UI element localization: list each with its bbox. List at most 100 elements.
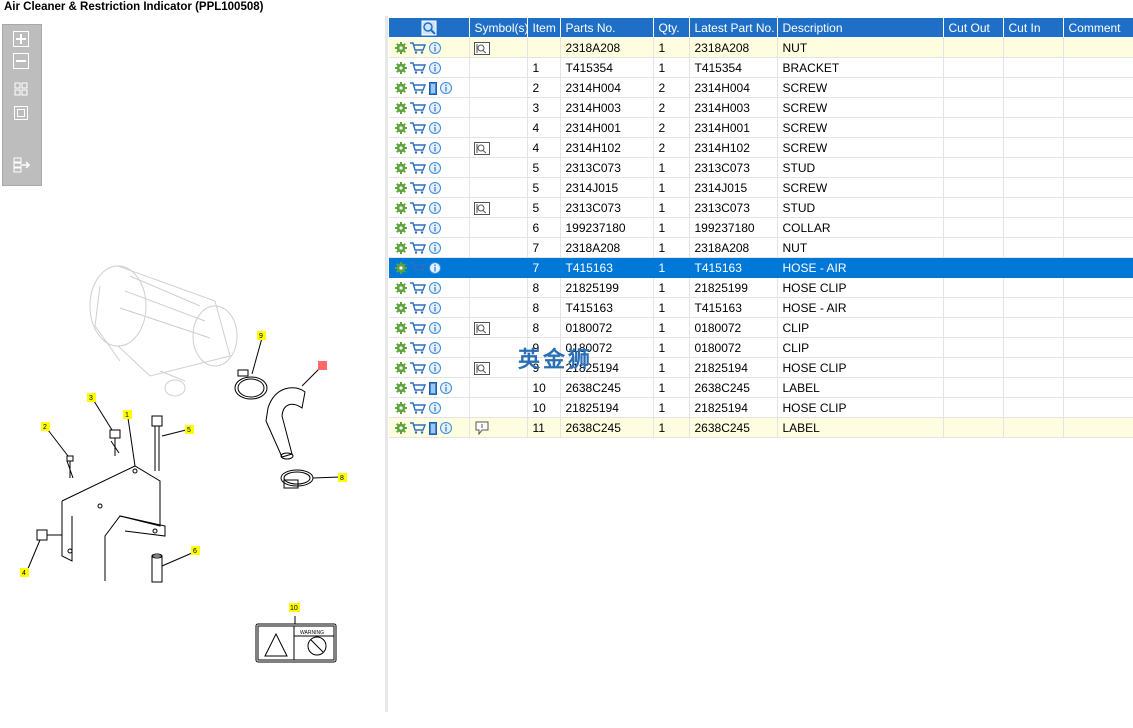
row-actions[interactable] [395, 201, 444, 215]
latest-part-no-cell[interactable]: 0180072 [689, 317, 778, 338]
actions-cell[interactable] [389, 277, 470, 298]
table-row[interactable]: 9 0180072 1 0180072 CLIP [389, 337, 1133, 358]
row-actions[interactable] [395, 80, 455, 95]
parts-no-cell[interactable]: 199237180 [560, 217, 654, 238]
callout-6[interactable]: 6 [191, 546, 200, 555]
latest-part-no-cell[interactable]: 2314J015 [689, 177, 778, 198]
actions-cell[interactable] [389, 157, 470, 178]
symbols-cell[interactable] [469, 297, 528, 318]
symbols-cell[interactable] [469, 417, 528, 438]
symbols-cell[interactable] [469, 77, 528, 98]
row-actions[interactable] [395, 341, 444, 355]
table-row[interactable]: 6 199237180 1 199237180 COLLAR [389, 217, 1133, 238]
latest-part-no-cell[interactable]: 21825194 [689, 397, 778, 418]
callout-8[interactable]: 8 [338, 473, 347, 482]
actual-size-button[interactable] [13, 105, 29, 121]
table-row[interactable]: 5 2314J015 1 2314J015 SCREW [389, 177, 1133, 198]
symbols-cell[interactable] [469, 217, 528, 238]
symbols-cell[interactable] [469, 237, 528, 258]
actions-cell[interactable] [389, 197, 470, 218]
callout-3[interactable]: 3 [87, 393, 96, 402]
latest-part-no-cell[interactable]: 21825199 [689, 277, 778, 298]
parts-no-cell[interactable]: 2314J015 [560, 177, 654, 198]
latest-part-no-cell[interactable]: 0180072 [689, 337, 778, 358]
table-row[interactable]: 5 2313C073 1 2313C073 STUD [389, 197, 1133, 218]
latest-part-no-cell[interactable]: T415163 [689, 297, 778, 318]
row-actions[interactable] [395, 221, 444, 235]
symbols-cell[interactable] [469, 97, 528, 118]
symbols-cell[interactable] [469, 157, 528, 178]
symbols-cell[interactable] [469, 277, 528, 298]
column-header-description[interactable]: Description [777, 18, 944, 38]
actions-cell[interactable] [389, 117, 470, 138]
column-header-latest-part-no[interactable]: Latest Part No. [689, 18, 778, 38]
actions-cell[interactable] [389, 237, 470, 258]
table-row[interactable]: 4 2314H001 2 2314H001 SCREW [389, 117, 1133, 138]
latest-part-no-cell[interactable]: 2314H001 [689, 117, 778, 138]
actions-cell[interactable] [389, 57, 470, 78]
column-header-comment[interactable]: Comment [1063, 18, 1133, 38]
row-actions[interactable] [395, 261, 444, 275]
parts-no-cell[interactable]: 21825199 [560, 277, 654, 298]
zoom-in-button[interactable] [13, 31, 29, 47]
symbols-cell[interactable] [469, 317, 528, 338]
latest-part-no-cell[interactable]: T415163 [689, 257, 778, 278]
table-row[interactable]: 11 2638C245 1 2638C245 LABEL [389, 417, 1133, 438]
actions-cell[interactable] [389, 397, 470, 418]
actions-cell[interactable] [389, 177, 470, 198]
callout-10[interactable]: 10 [289, 603, 300, 612]
table-row[interactable]: 10 21825194 1 21825194 HOSE CLIP [389, 397, 1133, 418]
actions-cell[interactable] [389, 77, 470, 98]
parts-no-cell[interactable]: 2314H001 [560, 117, 654, 138]
symbols-cell[interactable] [469, 257, 528, 278]
row-actions[interactable] [395, 141, 444, 155]
row-actions[interactable] [395, 101, 444, 115]
row-actions[interactable] [395, 380, 455, 395]
exploded-parts-diagram[interactable]: WARNING 9 7 3 1 5 2 8 4 6 10 [0, 36, 385, 728]
table-row[interactable]: 7 2318A208 1 2318A208 NUT [389, 237, 1133, 258]
actions-cell[interactable] [389, 317, 470, 338]
callout-9[interactable]: 9 [257, 331, 266, 340]
row-actions[interactable] [395, 301, 444, 315]
symbols-cell[interactable] [469, 177, 528, 198]
table-row[interactable]: 7 T415163 1 T415163 HOSE - AIR [389, 257, 1133, 278]
symbols-cell[interactable] [469, 37, 528, 58]
column-header-cut-in[interactable]: Cut In [1003, 18, 1064, 38]
row-actions[interactable] [395, 121, 444, 135]
actions-cell[interactable] [389, 337, 470, 358]
actions-cell[interactable] [389, 137, 470, 158]
panel-splitter[interactable] [385, 16, 388, 712]
parts-no-cell[interactable]: 2314H102 [560, 137, 654, 158]
row-actions[interactable] [395, 181, 444, 195]
symbols-cell[interactable] [469, 397, 528, 418]
column-header-symbols[interactable]: Symbol(s) [469, 18, 528, 38]
table-row[interactable]: 8 21825199 1 21825199 HOSE CLIP [389, 277, 1133, 298]
column-header-qty[interactable]: Qty. [653, 18, 690, 38]
actions-cell[interactable] [389, 97, 470, 118]
diagram-panel[interactable]: WARNING 9 7 3 1 5 2 8 4 6 10 [0, 16, 385, 712]
parts-no-cell[interactable]: 2318A208 [560, 37, 654, 58]
table-row[interactable]: 4 2314H102 2 2314H102 SCREW [389, 137, 1133, 158]
parts-no-cell[interactable]: T415163 [560, 257, 654, 278]
latest-part-no-cell[interactable]: 2313C073 [689, 157, 778, 178]
callout-2[interactable]: 2 [41, 422, 50, 431]
latest-part-no-cell[interactable]: 2318A208 [689, 237, 778, 258]
table-row[interactable]: 9 21825194 1 21825194 HOSE CLIP [389, 357, 1133, 378]
latest-part-no-cell[interactable]: 2638C245 [689, 417, 778, 438]
actions-cell[interactable] [389, 37, 470, 58]
table-row[interactable]: 1 T415354 1 T415354 BRACKET [389, 57, 1133, 78]
row-actions[interactable] [395, 321, 444, 335]
callout-7[interactable]: 7 [318, 361, 327, 370]
callout-1[interactable]: 1 [123, 410, 132, 419]
table-row[interactable]: 2 2314H004 2 2314H004 SCREW [389, 77, 1133, 98]
row-actions[interactable] [395, 361, 444, 375]
parts-no-cell[interactable]: 2318A208 [560, 237, 654, 258]
actions-cell[interactable] [389, 377, 470, 398]
parts-no-cell[interactable]: T415163 [560, 297, 654, 318]
actions-cell[interactable] [389, 297, 470, 318]
column-header-cut-out[interactable]: Cut Out [943, 18, 1004, 38]
latest-part-no-cell[interactable]: 2314H004 [689, 77, 778, 98]
symbols-cell[interactable] [469, 117, 528, 138]
column-header-parts-no[interactable]: Parts No. [560, 18, 654, 38]
actions-cell[interactable] [389, 357, 470, 378]
